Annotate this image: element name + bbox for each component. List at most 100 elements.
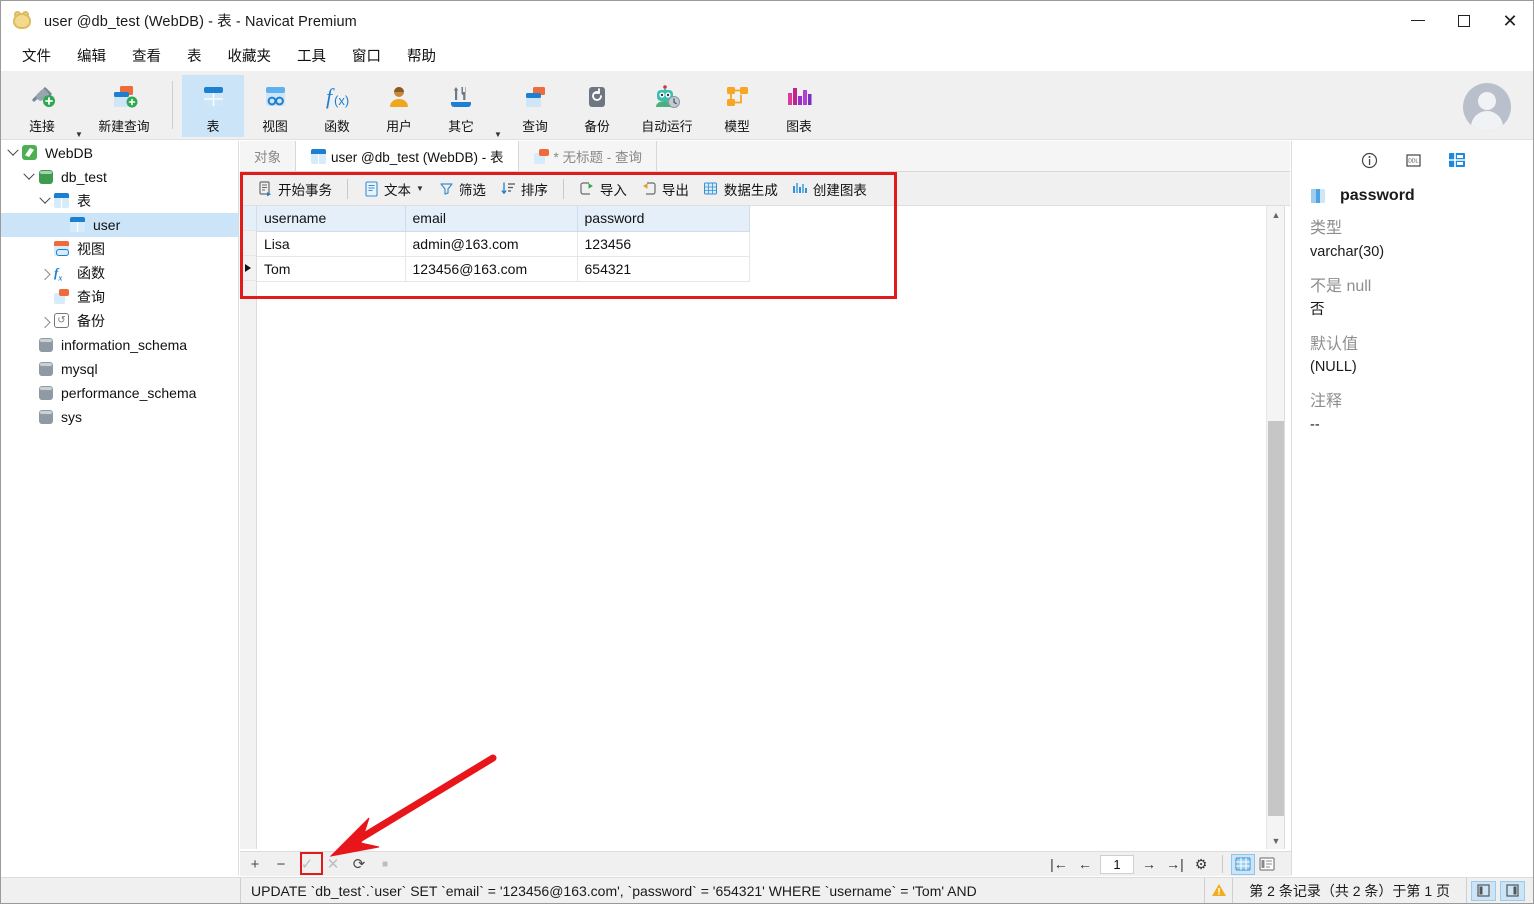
text-button[interactable]: 文本 ▼ <box>356 175 431 203</box>
toolbar-function[interactable]: f (x) 函数 <box>306 75 368 137</box>
column-header-password[interactable]: password <box>577 206 750 232</box>
cell-email[interactable]: admin@163.com <box>405 231 578 257</box>
menu-table[interactable]: 表 <box>174 41 215 70</box>
toolbar-query[interactable]: 查询 <box>504 75 566 137</box>
menu-help[interactable]: 帮助 <box>394 41 449 70</box>
twisty-closed-icon[interactable] <box>37 317 53 325</box>
tab-user-table[interactable]: user @db_test (WebDB) - 表 <box>296 141 519 171</box>
button-label: 导出 <box>661 182 689 198</box>
twisty-open-icon[interactable] <box>5 149 21 157</box>
next-page-button[interactable]: → <box>1136 853 1162 875</box>
column-header-username[interactable]: username <box>257 206 406 232</box>
scroll-up-icon[interactable]: ▲ <box>1267 206 1285 223</box>
menu-tools[interactable]: 工具 <box>284 41 339 70</box>
toolbar-view[interactable]: 视图 <box>244 75 306 137</box>
delete-record-button[interactable]: − <box>270 853 292 875</box>
records-table[interactable]: username email password Lisa admin@163.c… <box>257 206 750 282</box>
object-tree-sidebar[interactable]: WebDB db_test 表 user 视图 fx 函数 查询 ↺ 备份 in… <box>1 141 239 875</box>
menu-window[interactable]: 窗口 <box>339 41 394 70</box>
stop-button[interactable]: ■ <box>374 853 396 875</box>
prev-page-button[interactable]: ← <box>1072 853 1098 875</box>
menu-view[interactable]: 查看 <box>119 41 174 70</box>
cell-username[interactable]: Lisa <box>257 231 406 257</box>
tree-item-views[interactable]: 视图 <box>1 237 238 261</box>
toolbar-model[interactable]: 模型 <box>706 75 768 137</box>
tree-item-queries[interactable]: 查询 <box>1 285 238 309</box>
cell-username[interactable]: Tom <box>257 256 406 282</box>
column-header-email[interactable]: email <box>405 206 578 232</box>
tree-item-performance-schema[interactable]: performance_schema <box>1 381 238 405</box>
table-row[interactable]: Tom 123456@163.com 654321 <box>257 256 750 282</box>
data-generation-button[interactable]: 数据生成 <box>696 175 785 203</box>
tree-item-webdb[interactable]: WebDB <box>1 141 238 165</box>
warning-triangle-icon[interactable] <box>1204 877 1232 903</box>
form-view-button[interactable] <box>1255 854 1279 875</box>
begin-transaction-button[interactable]: 开始事务 <box>250 175 339 203</box>
tree-item-mysql[interactable]: mysql <box>1 357 238 381</box>
table-row[interactable]: Lisa admin@163.com 123456 <box>257 231 750 257</box>
add-record-button[interactable]: + <box>244 853 266 875</box>
toolbar-chart[interactable]: 图表 <box>768 75 830 137</box>
connection-dropdown-caret[interactable]: ▼ <box>73 130 85 139</box>
grid-view-button[interactable] <box>1231 853 1255 875</box>
toolbar-user[interactable]: 用户 <box>368 75 430 137</box>
tab-objects[interactable]: 对象 <box>240 141 296 171</box>
chevron-down-icon[interactable]: ▼ <box>416 184 424 193</box>
grid-vertical-scrollbar[interactable]: ▲ ▼ <box>1266 206 1284 849</box>
info-circle-icon[interactable] <box>1358 150 1380 170</box>
tree-item-information-schema[interactable]: information_schema <box>1 333 238 357</box>
cell-password[interactable]: 123456 <box>577 231 750 257</box>
toggle-right-pane-button[interactable] <box>1500 880 1525 901</box>
minimize-button[interactable] <box>1395 1 1441 40</box>
page-number-input[interactable]: 1 <box>1100 854 1134 874</box>
last-page-button[interactable]: →| <box>1162 853 1188 875</box>
first-page-button[interactable]: |← <box>1046 853 1072 875</box>
button-label: 导入 <box>599 182 627 198</box>
tree-item-sys[interactable]: sys <box>1 405 238 429</box>
twisty-closed-icon[interactable] <box>37 269 53 277</box>
scroll-down-icon[interactable]: ▼ <box>1267 832 1285 849</box>
toolbar-backup[interactable]: 备份 <box>566 75 628 137</box>
tree-item-user-table[interactable]: user <box>1 213 238 237</box>
menu-edit[interactable]: 编辑 <box>64 41 119 70</box>
cell-email[interactable]: 123456@163.com <box>405 256 578 282</box>
export-button[interactable]: 导出 <box>634 175 696 203</box>
toolbar-table[interactable]: 表 <box>182 75 244 137</box>
tree-item-tables[interactable]: 表 <box>1 189 238 213</box>
toggle-left-pane-button[interactable] <box>1471 880 1496 901</box>
toolbar-chart-label: 图表 <box>786 119 812 134</box>
menu-favorites[interactable]: 收藏夹 <box>215 41 285 70</box>
close-button[interactable]: ✕ <box>1487 1 1533 40</box>
tree-item-backups[interactable]: ↺ 备份 <box>1 309 238 333</box>
twisty-open-icon[interactable] <box>21 173 37 181</box>
data-grid[interactable]: username email password Lisa admin@163.c… <box>240 206 1290 849</box>
tab-untitled-query[interactable]: * 无标题 - 查询 <box>518 141 658 171</box>
menu-file[interactable]: 文件 <box>9 41 64 70</box>
grid-options-button[interactable]: ⚙ <box>1188 853 1214 875</box>
ddl-icon[interactable]: DDL <box>1402 150 1424 170</box>
create-chart-button[interactable]: 创建图表 <box>785 175 874 203</box>
database-grey-icon <box>37 385 55 401</box>
gutter-row-cell-current[interactable] <box>240 256 256 281</box>
cell-password[interactable]: 654321 <box>577 256 750 282</box>
toolbar-connection[interactable]: 连接 <box>11 75 73 137</box>
toolbar-automation[interactable]: 自动运行 <box>628 75 706 137</box>
scrollbar-thumb[interactable] <box>1268 421 1284 816</box>
user-avatar[interactable] <box>1463 83 1511 131</box>
filter-button[interactable]: 筛选 <box>431 175 493 203</box>
sort-button[interactable]: 排序 <box>493 175 555 203</box>
maximize-button[interactable] <box>1441 1 1487 40</box>
toolbar-others[interactable]: 其它 <box>430 75 492 137</box>
toolbar-new-query[interactable]: 新建查询 <box>85 75 163 137</box>
refresh-button[interactable]: ⟳ <box>348 853 370 875</box>
gutter-row-cell[interactable] <box>240 231 256 256</box>
tree-item-db-test[interactable]: db_test <box>1 165 238 189</box>
tree-item-functions[interactable]: fx 函数 <box>1 261 238 285</box>
tree-label: performance_schema <box>61 385 197 401</box>
twisty-open-icon[interactable] <box>37 197 53 205</box>
cancel-change-button[interactable]: ✕ <box>322 853 344 875</box>
apply-change-button[interactable]: ✓ <box>296 853 318 875</box>
import-button[interactable]: 导入 <box>572 175 634 203</box>
others-dropdown-caret[interactable]: ▼ <box>492 130 504 139</box>
field-grid-icon[interactable] <box>1446 150 1468 170</box>
